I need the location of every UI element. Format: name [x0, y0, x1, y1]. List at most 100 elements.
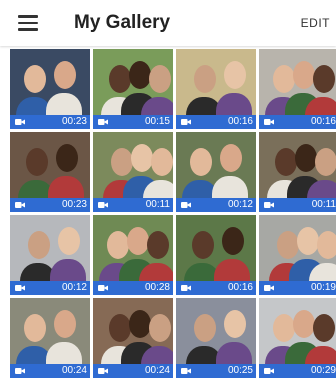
video-camera-icon [264, 202, 274, 208]
photo-person-face [111, 148, 133, 176]
video-duration: 00:16 [227, 282, 253, 293]
photo-person-face [109, 314, 131, 342]
photo-person-face [54, 61, 76, 89]
video-duration: 00:11 [311, 199, 336, 210]
video-thumbnail[interactable]: 00:19 [259, 215, 336, 295]
video-duration: 00:24 [144, 365, 170, 376]
photo-person-face [293, 310, 315, 338]
photo-person-face [315, 148, 336, 176]
photo-person-face [277, 231, 299, 259]
video-camera-icon [264, 368, 274, 374]
video-info-bar: 00:25 [176, 364, 256, 378]
photo-person-face [149, 314, 171, 342]
photo-person-face [224, 61, 246, 89]
video-info-bar: 00:15 [93, 115, 173, 129]
photo-person-face [194, 314, 216, 342]
video-camera-icon [98, 285, 108, 291]
photo-person-face [190, 148, 212, 176]
video-info-bar: 00:11 [259, 198, 336, 212]
photo-person-face [273, 65, 295, 93]
photo-person-face [151, 148, 173, 176]
video-thumbnail[interactable]: 00:23 [10, 49, 90, 129]
video-info-bar: 00:19 [259, 281, 336, 295]
video-duration: 00:29 [310, 365, 336, 376]
video-camera-icon [264, 119, 274, 125]
photo-person-face [26, 148, 48, 176]
photo-person-face [192, 231, 214, 259]
video-info-bar: 00:16 [259, 115, 336, 129]
photo-person-face [131, 144, 153, 172]
video-duration: 00:28 [144, 282, 170, 293]
video-thumbnail[interactable]: 00:24 [10, 298, 90, 378]
video-thumbnail[interactable]: 00:11 [259, 132, 336, 212]
photo-person-face [129, 61, 151, 89]
photo-person-face [58, 227, 80, 255]
video-duration: 00:25 [227, 365, 253, 376]
photo-person-face [313, 314, 335, 342]
video-thumbnail[interactable]: 00:16 [176, 49, 256, 129]
photo-person-face [297, 227, 319, 255]
video-thumbnail[interactable]: 00:29 [259, 298, 336, 378]
photo-person-face [220, 144, 242, 172]
photo-person-face [273, 314, 295, 342]
photo-person-face [24, 314, 46, 342]
photo-person-face [28, 231, 50, 259]
photo-person-face [129, 310, 151, 338]
photo-person-face [194, 65, 216, 93]
video-thumbnail[interactable]: 00:12 [10, 215, 90, 295]
video-camera-icon [15, 202, 25, 208]
video-duration: 00:16 [310, 116, 336, 127]
video-camera-icon [181, 119, 191, 125]
video-thumbnail[interactable]: 00:16 [176, 215, 256, 295]
video-info-bar: 00:16 [176, 115, 256, 129]
video-info-bar: 00:28 [93, 281, 173, 295]
photo-person-face [317, 231, 336, 259]
video-duration: 00:15 [144, 116, 170, 127]
video-duration: 00:11 [145, 199, 170, 210]
photo-person-face [222, 227, 244, 255]
photo-person-face [54, 310, 76, 338]
video-camera-icon [15, 368, 25, 374]
video-thumbnail[interactable]: 00:28 [93, 215, 173, 295]
photo-person-face [107, 231, 129, 259]
video-thumbnail[interactable]: 00:24 [93, 298, 173, 378]
video-duration: 00:12 [227, 199, 253, 210]
edit-button[interactable]: EDIT [301, 16, 330, 30]
video-duration: 00:16 [227, 116, 253, 127]
photo-person-face [295, 144, 317, 172]
video-thumbnail[interactable]: 00:16 [259, 49, 336, 129]
video-info-bar: 00:12 [10, 281, 90, 295]
video-camera-icon [98, 202, 108, 208]
video-camera-icon [181, 202, 191, 208]
video-duration: 00:12 [61, 282, 87, 293]
video-info-bar: 00:24 [10, 364, 90, 378]
video-duration: 00:24 [61, 365, 87, 376]
page-title: My Gallery [74, 12, 171, 33]
video-thumbnail[interactable]: 00:11 [93, 132, 173, 212]
video-camera-icon [98, 368, 108, 374]
app-bar: My Gallery EDIT [0, 0, 336, 46]
photo-person-face [149, 65, 171, 93]
video-info-bar: 00:16 [176, 281, 256, 295]
menu-icon[interactable] [18, 15, 38, 31]
video-duration: 00:19 [310, 282, 336, 293]
photo-person-face [127, 227, 149, 255]
photo-person-face [147, 231, 169, 259]
video-info-bar: 00:29 [259, 364, 336, 378]
video-thumbnail[interactable]: 00:25 [176, 298, 256, 378]
video-thumbnail[interactable]: 00:23 [10, 132, 90, 212]
video-duration: 00:23 [61, 199, 87, 210]
video-info-bar: 00:23 [10, 198, 90, 212]
video-info-bar: 00:12 [176, 198, 256, 212]
video-thumbnail[interactable]: 00:15 [93, 49, 173, 129]
video-info-bar: 00:11 [93, 198, 173, 212]
video-camera-icon [181, 285, 191, 291]
video-info-bar: 00:24 [93, 364, 173, 378]
photo-person-face [56, 144, 78, 172]
video-camera-icon [181, 368, 191, 374]
photo-person-face [224, 310, 246, 338]
video-camera-icon [15, 119, 25, 125]
video-thumbnail[interactable]: 00:12 [176, 132, 256, 212]
photo-person-face [24, 65, 46, 93]
photo-person-face [313, 65, 335, 93]
